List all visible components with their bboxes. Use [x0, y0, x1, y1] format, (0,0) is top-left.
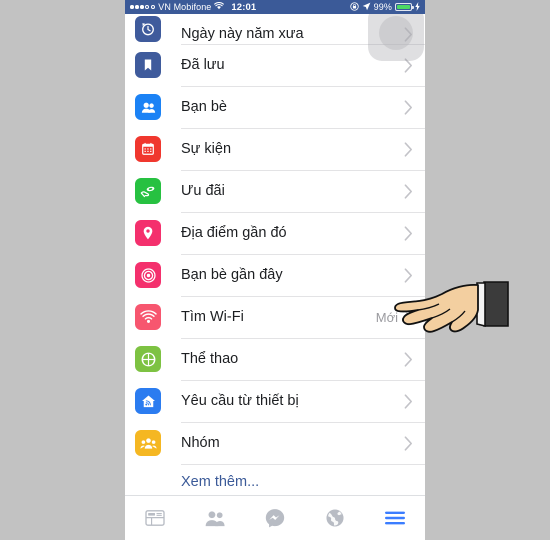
menu-item-label: Nhóm	[181, 435, 220, 451]
friends-icon	[135, 94, 161, 120]
messenger-icon	[265, 508, 285, 528]
menu-item-label: Đã lưu	[181, 57, 225, 73]
see-more-link[interactable]: Xem thêm...	[181, 474, 259, 490]
chevron-right-icon	[404, 351, 413, 367]
menu-list: Ngày này năm xưa Đã lưu Bạn bè Sự kiện Ư…	[125, 14, 425, 500]
menu-item-device-requests[interactable]: Yêu cầu từ thiết bị	[125, 380, 425, 422]
status-bar: VN Mobifone 12:01 99%	[125, 0, 425, 14]
status-bar-left: VN Mobifone 12:01	[130, 2, 256, 13]
clock-history-icon	[135, 16, 161, 42]
menu-item-offers[interactable]: Ưu đãi	[125, 170, 425, 212]
chevron-right-icon	[404, 393, 413, 409]
menu-item-label: Ưu đãi	[181, 183, 225, 199]
chevron-right-icon	[404, 183, 413, 199]
assistive-touch-inner-circle	[379, 16, 413, 50]
bookmark-icon	[135, 52, 161, 78]
menu-item-label: Yêu cầu từ thiết bị	[181, 393, 299, 409]
newsfeed-icon	[145, 509, 165, 527]
lightning-bolt-icon	[415, 1, 420, 13]
menu-item-nearby-places[interactable]: Địa điểm gần đó	[125, 212, 425, 254]
chevron-right-icon	[404, 435, 413, 451]
new-badge: Mới	[375, 309, 398, 325]
news-feed-tab[interactable]	[125, 496, 185, 540]
friends-icon	[204, 509, 226, 527]
menu-item-nearby-friends[interactable]: Bạn bè gần đây	[125, 254, 425, 296]
menu-item-label: Thể thao	[181, 351, 239, 367]
chevron-right-icon	[404, 309, 413, 325]
hamburger-icon	[384, 510, 406, 526]
menu-item-label: Sự kiện	[181, 141, 232, 157]
menu-item-friends[interactable]: Bạn bè	[125, 86, 425, 128]
chevron-right-icon	[404, 99, 413, 115]
menu-item-events[interactable]: Sự kiện	[125, 128, 425, 170]
friend-requests-tab[interactable]	[185, 496, 245, 540]
notifications-tab[interactable]	[305, 496, 365, 540]
chevron-right-icon	[404, 267, 413, 283]
menu-item-label: Tìm Wi-Fi	[181, 309, 244, 325]
signal-strength-dots-icon	[130, 4, 156, 10]
basketball-icon	[135, 346, 161, 372]
battery-percent: 99%	[373, 2, 392, 12]
rotation-lock-icon	[349, 1, 359, 13]
groups-icon	[135, 430, 161, 456]
location-arrow-icon	[362, 2, 371, 13]
wifi-signal-icon	[135, 304, 161, 330]
battery-icon	[395, 3, 414, 11]
globe-icon	[325, 508, 345, 528]
menu-item-find-wifi[interactable]: Tìm Wi-Fi Mới	[125, 296, 425, 338]
chevron-right-icon	[404, 141, 413, 157]
chevron-right-icon	[404, 225, 413, 241]
bottom-tab-bar	[125, 495, 425, 540]
messenger-tab[interactable]	[245, 496, 305, 540]
map-pin-icon	[135, 220, 161, 246]
menu-item-groups[interactable]: Nhóm	[125, 422, 425, 464]
clock: 12:01	[231, 1, 257, 13]
menu-item-sports[interactable]: Thể thao	[125, 338, 425, 380]
status-bar-right: 99%	[349, 1, 420, 13]
wifi-icon	[214, 1, 225, 13]
calendar-icon	[135, 136, 161, 162]
house-signal-icon	[135, 388, 161, 414]
more-menu-tab[interactable]	[365, 496, 425, 540]
radar-target-icon	[135, 262, 161, 288]
menu-item-label: Bạn bè gần đây	[181, 267, 283, 283]
menu-item-label: Địa điểm gần đó	[181, 225, 287, 241]
offers-hand-icon	[135, 178, 161, 204]
phone-screen: VN Mobifone 12:01 99% Ngày này năm xưa Đ…	[125, 0, 425, 540]
menu-item-label: Ngày này năm xưa	[181, 26, 304, 42]
carrier-name: VN Mobifone	[158, 2, 212, 12]
menu-item-label: Bạn bè	[181, 99, 227, 115]
